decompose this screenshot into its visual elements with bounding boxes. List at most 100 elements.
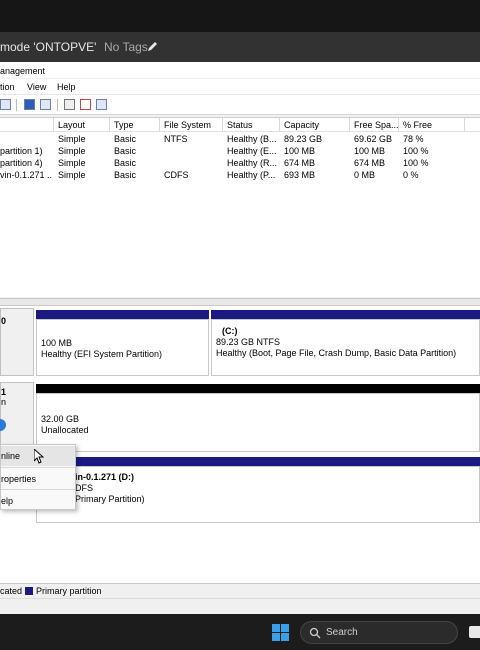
column-separator[interactable] — [222, 118, 223, 132]
pane-splitter[interactable] — [0, 298, 480, 306]
legend-bar: cated Primary partition — [0, 583, 480, 597]
cell-free-space: 69.62 GB — [354, 134, 393, 144]
cell-volume: partition 1) — [0, 146, 43, 156]
unallocated-size: 32.00 GB — [41, 414, 80, 424]
cell-layout: Simple — [58, 146, 86, 156]
window-titlebar: anagement — [0, 62, 480, 78]
menu-item-properties-label: roperties — [1, 474, 37, 484]
cdrom-fs: DFS — [75, 483, 93, 493]
column-separator[interactable] — [159, 118, 160, 132]
menu-separator — [1, 467, 75, 468]
menu-item-properties[interactable]: roperties — [1, 469, 75, 489]
cell-percent-free: 78 % — [403, 134, 424, 144]
menu-item-help[interactable]: elp — [1, 491, 75, 511]
cdrom-partition-bar — [36, 457, 480, 466]
cell-capacity: 100 MB — [284, 146, 316, 156]
c-size: 89.23 GB NTFS — [216, 337, 281, 347]
table-row[interactable]: partition 1) Simple Basic Healthy (E... … — [0, 146, 480, 158]
table-row[interactable]: partition 4) Simple Basic Healthy (R... … — [0, 158, 480, 170]
cell-status: Healthy (E... — [227, 146, 277, 156]
disk0-number: 0 — [1, 316, 7, 326]
search-placeholder: Search — [326, 627, 358, 638]
cell-filesystem: CDFS — [164, 170, 189, 180]
col-percent-free[interactable]: % Free — [403, 120, 432, 130]
cell-percent-free: 100 % — [403, 158, 429, 168]
col-free-space[interactable]: Free Spa... — [354, 120, 399, 130]
cdrom-status: Primary Partition) — [75, 494, 145, 504]
column-separator[interactable] — [398, 118, 399, 132]
col-filesystem[interactable]: File System — [164, 120, 211, 130]
mouse-cursor-icon — [34, 449, 44, 464]
column-separator[interactable] — [349, 118, 350, 132]
menu-help[interactable]: Help — [57, 82, 76, 92]
menu-action[interactable]: tion — [0, 82, 15, 92]
c-volume-name: (C:) — [222, 326, 238, 336]
toolbar — [0, 95, 480, 115]
efi-size: 100 MB — [41, 338, 73, 348]
disk0-label[interactable]: 0 — [0, 308, 34, 376]
column-separator[interactable] — [279, 118, 280, 132]
vm-title: mode 'ONTOPVE' — [0, 40, 97, 54]
cell-status: Healthy (B... — [227, 134, 277, 144]
taskbar-app-icon[interactable] — [469, 626, 480, 638]
column-separator[interactable] — [464, 118, 465, 132]
legend-unallocated: cated — [0, 586, 23, 596]
search-icon — [309, 627, 321, 639]
cell-free-space: 100 MB — [354, 146, 386, 156]
col-status[interactable]: Status — [227, 120, 253, 130]
unallocated-bar — [36, 384, 480, 393]
toolbar-separator — [57, 99, 58, 111]
cell-type: Basic — [114, 146, 137, 156]
unallocated-space[interactable]: 32.00 GB Unallocated — [36, 393, 480, 452]
disk-management-window: anagement tion View Help Layout Type Fil… — [0, 62, 480, 614]
efi-partition[interactable]: 100 MB Healthy (EFI System Partition) — [36, 319, 209, 376]
properties-icon[interactable] — [40, 99, 51, 110]
cell-type: Basic — [114, 170, 137, 180]
menu-item-help-label: elp — [1, 496, 14, 506]
toolbar-separator — [16, 99, 17, 111]
cell-status: Healthy (P... — [227, 170, 276, 180]
col-type[interactable]: Type — [114, 120, 134, 130]
proxmox-header: mode 'ONTOPVE' No Tags — [0, 32, 480, 62]
tags-label[interactable]: No Tags — [104, 40, 148, 54]
legend-primary-swatch — [25, 587, 33, 595]
taskbar: Search — [0, 614, 480, 650]
efi-status: Healthy (EFI System Partition) — [41, 349, 163, 359]
volume-list-header: Layout Type File System Status Capacity … — [0, 118, 480, 132]
disk-list-icon[interactable] — [0, 99, 11, 110]
cell-layout: Simple — [58, 134, 86, 144]
column-separator[interactable] — [109, 118, 110, 132]
cell-layout: Simple — [58, 170, 86, 180]
col-capacity[interactable]: Capacity — [284, 120, 319, 130]
status-bar — [0, 598, 480, 614]
cell-type: Basic — [114, 158, 137, 168]
table-row[interactable]: vin-0.1.271 ... Simple Basic CDFS Health… — [0, 170, 480, 182]
windows-start-icon[interactable] — [272, 624, 289, 641]
cell-free-space: 674 MB — [354, 158, 386, 168]
cdrom-name: in-0.1.271 (D:) — [75, 472, 135, 482]
checklist-icon[interactable] — [80, 99, 91, 110]
pencil-icon[interactable] — [147, 40, 159, 52]
connect-icon[interactable] — [64, 99, 75, 110]
view-icon[interactable] — [96, 99, 107, 110]
disk1-number: 1 — [1, 387, 7, 397]
table-row[interactable]: Simple Basic NTFS Healthy (B... 89.23 GB… — [0, 134, 480, 146]
c-partition[interactable]: (C:) 89.23 GB NTFS Healthy (Boot, Page F… — [211, 319, 480, 376]
cell-percent-free: 100 % — [403, 146, 429, 156]
cdrom-partition[interactable]: in-0.1.271 (D:) DFS Primary Partition) — [36, 466, 480, 523]
cell-capacity: 674 MB — [284, 158, 316, 168]
c-partition-bar — [211, 310, 480, 319]
cell-layout: Simple — [58, 158, 86, 168]
cell-free-space: 0 MB — [354, 170, 376, 180]
menu-view[interactable]: View — [27, 82, 46, 92]
col-layout[interactable]: Layout — [58, 120, 85, 130]
column-separator[interactable] — [53, 118, 54, 132]
window-title: anagement — [0, 66, 46, 76]
menu-bar: tion View Help — [0, 79, 480, 95]
c-status: Healthy (Boot, Page File, Crash Dump, Ba… — [216, 348, 457, 358]
efi-partition-bar — [36, 310, 209, 319]
help-icon[interactable] — [24, 99, 35, 110]
disk1-label[interactable]: 1 n — [0, 382, 34, 452]
cell-volume: partition 4) — [0, 158, 43, 168]
taskbar-search[interactable]: Search — [300, 621, 458, 644]
